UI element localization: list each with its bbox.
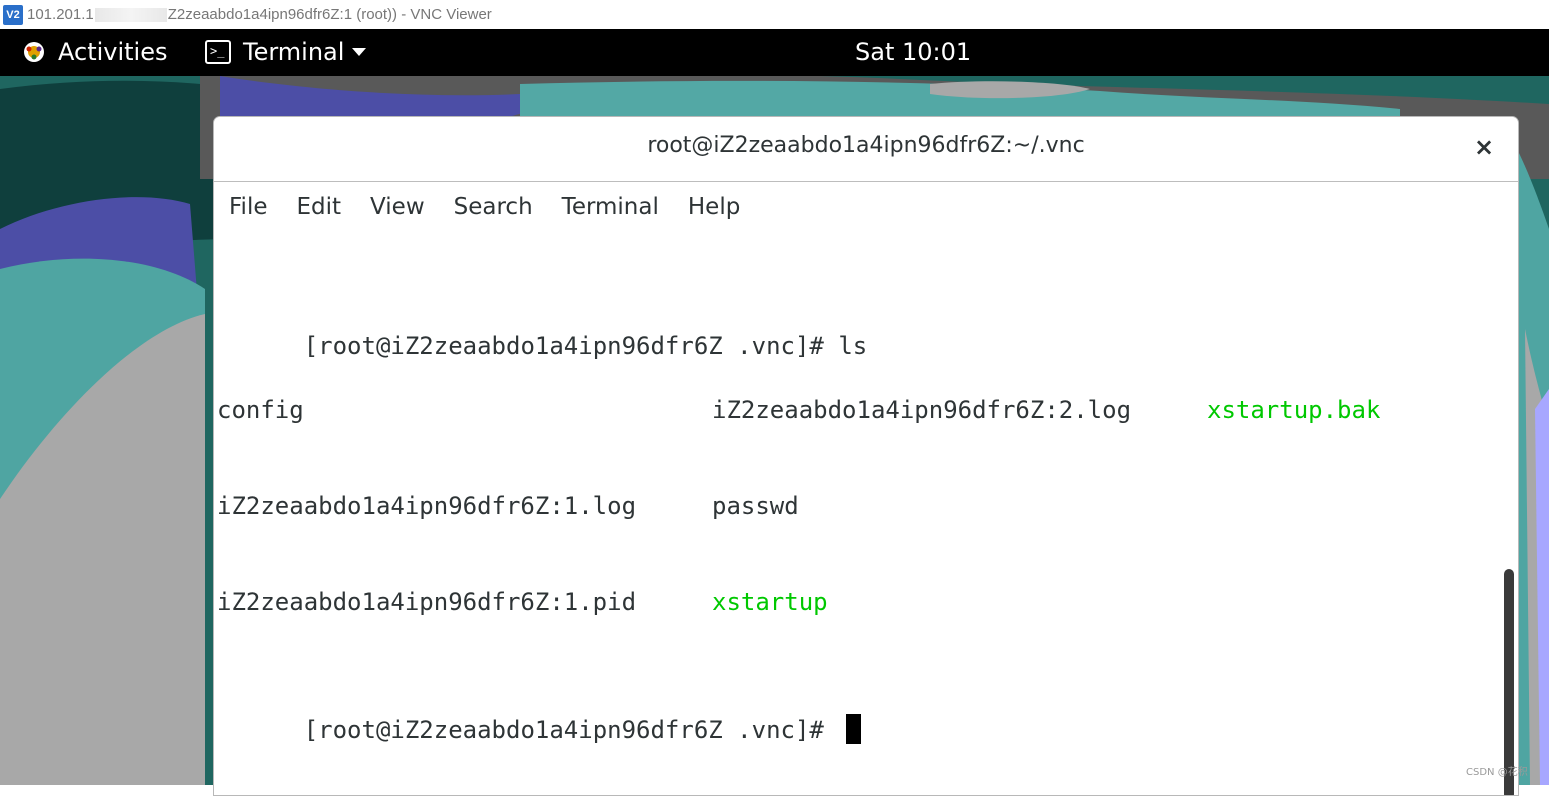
terminal-line: config iZ2zeaabdo1a4ipn96dfr6Z:2.log xst… (217, 394, 1380, 426)
command-line: [root@iZ2zeaabdo1a4ipn96dfr6Z .vnc]# ls (303, 332, 868, 360)
vnc-title-prefix: 101.201.1 (27, 6, 94, 23)
text-cursor (846, 714, 862, 744)
vnc-viewer-titlebar: V2 101.201.1 Z2zeaabdo1a4ipn96dfr6Z:1 (r… (0, 0, 1549, 29)
menu-terminal[interactable]: Terminal (562, 194, 659, 220)
file-entry: iZ2zeaabdo1a4ipn96dfr6Z:2.log (712, 396, 1132, 424)
redacted-region (94, 7, 167, 22)
gnome-foot-icon (24, 42, 44, 62)
prompt: [root@iZ2zeaabdo1a4ipn96dfr6Z .vnc]# (303, 716, 839, 744)
file-entry: iZ2zeaabdo1a4ipn96dfr6Z:1.log (217, 492, 637, 520)
menu-bar: File Edit View Search Terminal Help (214, 182, 1518, 232)
file-entry-executable: xstartup (712, 588, 828, 616)
file-entry: passwd (712, 492, 799, 520)
file-entry-executable: xstartup.bak (1207, 396, 1381, 424)
terminal-line: [root@iZ2zeaabdo1a4ipn96dfr6Z .vnc]# (217, 682, 867, 744)
vnc-logo-icon: V2 (3, 4, 23, 25)
file-entry: iZ2zeaabdo1a4ipn96dfr6Z:1.pid (217, 588, 637, 616)
terminal-window: root@iZ2zeaabdo1a4ipn96dfr6Z:~/.vnc × Fi… (213, 116, 1519, 796)
gnome-top-bar: Activities >_ Terminal Sat 10:01 (0, 29, 1549, 76)
terminal-line: [root@iZ2zeaabdo1a4ipn96dfr6Z .vnc]# ls (217, 298, 868, 360)
window-header[interactable]: root@iZ2zeaabdo1a4ipn96dfr6Z:~/.vnc × (214, 117, 1518, 182)
chevron-down-icon (352, 48, 367, 56)
app-menu-label: Terminal (243, 38, 345, 66)
terminal-line: iZ2zeaabdo1a4ipn96dfr6Z:1.pid xstartup (217, 586, 867, 618)
file-entry: config (217, 396, 304, 424)
vnc-title-suffix: Z2zeaabdo1a4ipn96dfr6Z:1 (root)) - VNC V… (167, 6, 492, 23)
watermark: CSDN @花积 (1466, 767, 1528, 778)
activities-label: Activities (58, 38, 168, 66)
terminal-icon: >_ (205, 40, 231, 64)
menu-edit[interactable]: Edit (297, 194, 342, 220)
terminal-line: iZ2zeaabdo1a4ipn96dfr6Z:1.log passwd (217, 490, 867, 522)
scrollbar[interactable] (1504, 569, 1514, 795)
menu-file[interactable]: File (229, 194, 268, 220)
app-menu-terminal[interactable]: >_ Terminal (205, 35, 367, 69)
window-title: root@iZ2zeaabdo1a4ipn96dfr6Z:~/.vnc (647, 133, 1085, 158)
menu-help[interactable]: Help (688, 194, 740, 220)
terminal-output[interactable]: [root@iZ2zeaabdo1a4ipn96dfr6Z .vnc]# ls … (217, 234, 1380, 778)
menu-search[interactable]: Search (454, 194, 533, 220)
close-icon[interactable]: × (1470, 133, 1498, 161)
menu-view[interactable]: View (370, 194, 425, 220)
clock[interactable]: Sat 10:01 (855, 35, 971, 69)
activities-button[interactable]: Activities (20, 35, 168, 69)
